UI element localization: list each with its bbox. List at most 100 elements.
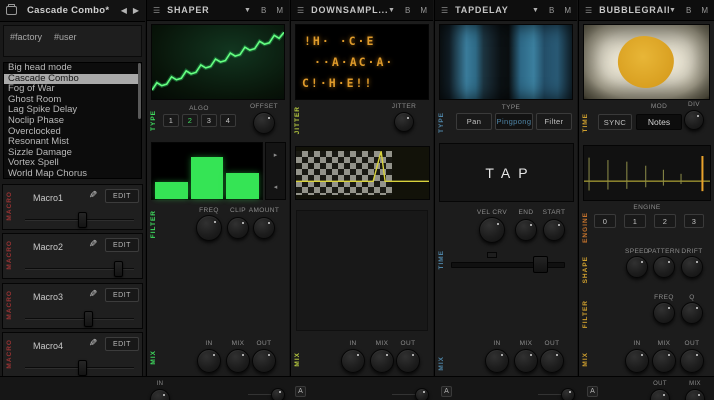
mix-knob[interactable]	[652, 349, 676, 373]
algo-button-1[interactable]: 1	[163, 114, 179, 127]
macro-slider-handle[interactable]	[78, 212, 87, 228]
tap-slider-handle[interactable]	[533, 256, 548, 273]
macro-edit-button[interactable]: EDIT	[105, 189, 139, 203]
algo-button-3[interactable]: 3	[201, 114, 217, 127]
div-knob-label: DIV	[688, 101, 700, 108]
bypass-button[interactable]: B	[686, 6, 691, 15]
mix-knob[interactable]	[226, 349, 250, 373]
macro-slider[interactable]	[25, 359, 134, 377]
algo-button-4[interactable]: 4	[220, 114, 236, 127]
mod-assign-button[interactable]: A	[295, 386, 306, 397]
mute-button[interactable]: M	[276, 6, 283, 15]
mod-assign-button[interactable]: A	[441, 386, 452, 397]
type-button-pingpong[interactable]: Pingpong	[495, 113, 533, 130]
step-bar[interactable]	[191, 157, 224, 199]
amount-knob[interactable]	[253, 217, 275, 239]
macro-slider-handle[interactable]	[84, 311, 93, 327]
collapse-icon[interactable]: ▼	[244, 7, 251, 14]
tag-factory[interactable]: #factory	[10, 32, 42, 42]
q-knob[interactable]	[681, 302, 703, 324]
out-knob[interactable]	[252, 349, 276, 373]
macro-slider-handle[interactable]	[114, 261, 123, 277]
in-knob[interactable]	[625, 349, 649, 373]
step-bar[interactable]	[155, 182, 188, 199]
freq-knob[interactable]	[653, 302, 675, 324]
in-knob[interactable]	[197, 349, 221, 373]
macro-edit-button[interactable]: EDIT	[105, 288, 139, 302]
macro-slider-handle[interactable]	[78, 360, 87, 376]
mod-mini-knob[interactable]	[271, 388, 285, 400]
drag-handle-icon[interactable]: ☰	[585, 6, 592, 15]
engine-button-1[interactable]: 1	[624, 214, 646, 228]
sync-button[interactable]: SYNC	[598, 114, 632, 130]
tag-user[interactable]: #user	[54, 32, 77, 42]
collapse-icon[interactable]: ▼	[388, 7, 395, 14]
macro-edit-button[interactable]: EDIT	[105, 337, 139, 351]
mod-assign-button[interactable]: A	[587, 386, 598, 397]
step-bar[interactable]	[226, 173, 259, 199]
engine-button-3[interactable]: 3	[684, 214, 704, 228]
global-mix-knob[interactable]	[685, 389, 705, 400]
drift-knob[interactable]	[681, 256, 703, 278]
drag-handle-icon[interactable]: ☰	[441, 6, 448, 15]
tap-marker[interactable]	[487, 252, 497, 258]
mute-button[interactable]: M	[701, 6, 708, 15]
engine-button-2[interactable]: 2	[654, 214, 676, 228]
mod-mini-knob[interactable]	[561, 388, 575, 400]
algo-button-2[interactable]: 2	[182, 114, 198, 127]
type-button-pan[interactable]: Pan	[456, 113, 492, 130]
tap-tempo-display[interactable]: TAP	[439, 143, 574, 202]
mod-dropdown[interactable]: Notes	[636, 114, 682, 130]
preset-item[interactable]: World Map Chorus	[4, 169, 141, 179]
out-knob[interactable]	[540, 349, 564, 373]
shaper-step-display[interactable]	[151, 142, 263, 200]
macro-slider[interactable]	[25, 310, 134, 328]
pencil-icon[interactable]: ✎	[89, 338, 97, 349]
mix-knob[interactable]	[514, 349, 538, 373]
in-knob[interactable]	[341, 349, 365, 373]
freq-knob[interactable]	[196, 215, 222, 241]
in-knob[interactable]	[485, 349, 509, 373]
pattern-knob[interactable]	[653, 256, 675, 278]
step-decrement-icon[interactable]: ◂	[274, 183, 278, 191]
bypass-button[interactable]: B	[405, 6, 410, 15]
jitter-knob[interactable]	[394, 112, 414, 132]
collapse-icon[interactable]: ▼	[532, 7, 539, 14]
mute-button[interactable]: M	[420, 6, 427, 15]
drag-handle-icon[interactable]: ☰	[153, 6, 160, 15]
speed-knob[interactable]	[626, 256, 648, 278]
pencil-icon[interactable]: ✎	[89, 190, 97, 201]
preset-item[interactable]: Big head mode	[4, 63, 141, 74]
engine-button-0[interactable]: 0	[594, 214, 616, 228]
step-increment-icon[interactable]: ▸	[274, 151, 278, 159]
next-preset-icon[interactable]: ▶	[133, 6, 139, 15]
start-knob[interactable]	[543, 219, 565, 241]
div-knob[interactable]	[684, 110, 704, 130]
offset-knob-label: OFFSET	[250, 103, 278, 110]
collapse-icon[interactable]: ▼	[669, 7, 676, 14]
global-out-knob[interactable]	[650, 389, 670, 400]
clip-knob[interactable]	[227, 217, 249, 239]
pencil-icon[interactable]: ✎	[89, 239, 97, 250]
global-in-knob[interactable]	[150, 389, 170, 400]
offset-knob[interactable]	[253, 112, 275, 134]
macro-edit-button[interactable]: EDIT	[105, 238, 139, 252]
preset-scrollbar[interactable]	[138, 63, 141, 119]
bypass-button[interactable]: B	[261, 6, 266, 15]
bypass-button[interactable]: B	[549, 6, 554, 15]
preset-item[interactable]: Noclip Phase	[4, 116, 141, 127]
prev-preset-icon[interactable]: ◀	[121, 6, 127, 15]
end-knob[interactable]	[515, 219, 537, 241]
velcrv-knob[interactable]	[479, 217, 505, 243]
macro-slider[interactable]	[25, 211, 134, 229]
pencil-icon[interactable]: ✎	[89, 289, 97, 300]
mute-button[interactable]: M	[564, 6, 571, 15]
out-knob[interactable]	[396, 349, 420, 373]
mix-knob[interactable]	[370, 349, 394, 373]
mod-mini-knob[interactable]	[415, 388, 429, 400]
drag-handle-icon[interactable]: ☰	[297, 6, 304, 15]
type-button-filter[interactable]: Filter	[536, 113, 572, 130]
macro-slider[interactable]	[25, 260, 134, 278]
out-knob[interactable]	[680, 349, 704, 373]
folder-icon[interactable]	[6, 6, 17, 15]
